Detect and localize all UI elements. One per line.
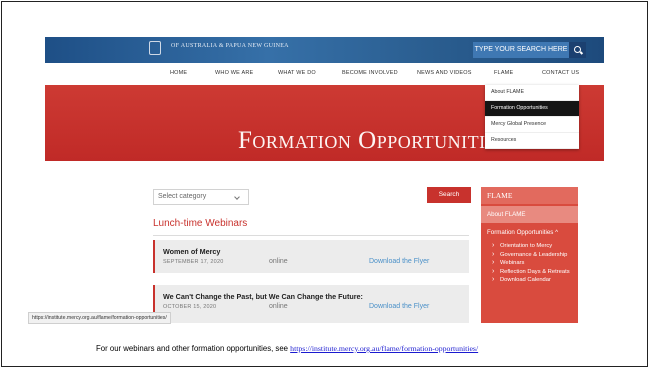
sidebar-item-reflection-days[interactable]: Reflection Days & Retreats xyxy=(491,268,575,277)
mercy-logo-icon[interactable] xyxy=(149,41,161,55)
hero-title: Formation Opportunities xyxy=(238,127,508,154)
caption-link[interactable]: https://institute.mercy.org.au/flame/for… xyxy=(290,344,478,353)
site-top-bar: OF AUSTRALIA & PAPUA NEW GUINEA TYPE YOU… xyxy=(45,37,604,63)
download-flyer-link[interactable]: Download the Flyer xyxy=(369,303,429,310)
nav-news-and-videos[interactable]: NEWS AND VIDEOS xyxy=(417,70,472,76)
slide-caption: For our webinars and other formation opp… xyxy=(96,344,478,353)
browser-status-url: https://institute.mercy.org.au/flame/for… xyxy=(28,312,171,324)
event-card: Women of Mercy SEPTEMBER 17, 2020 online… xyxy=(153,240,469,273)
dropdown-item-resources[interactable]: Resources xyxy=(485,133,579,149)
event-mode: online xyxy=(269,258,288,265)
event-mode: online xyxy=(269,303,288,310)
event-title[interactable]: Women of Mercy xyxy=(163,247,220,256)
event-card: We Can't Change the Past, but We Can Cha… xyxy=(153,285,469,323)
sidebar-item-orientation[interactable]: Orientation to Mercy xyxy=(491,242,575,251)
nav-who-we-are[interactable]: WHO WE ARE xyxy=(215,70,253,76)
divider xyxy=(153,235,469,236)
search-handle xyxy=(579,51,584,55)
sidebar-heading[interactable]: FLAME xyxy=(481,187,578,204)
site-search-input[interactable]: TYPE YOUR SEARCH HERE xyxy=(473,42,569,58)
category-select-value: Select category xyxy=(158,193,207,200)
nav-home[interactable]: HOME xyxy=(170,70,187,76)
event-title[interactable]: We Can't Change the Past, but We Can Cha… xyxy=(163,292,363,301)
section-title: Lunch-time Webinars xyxy=(153,218,248,229)
caption-text: For our webinars and other formation opp… xyxy=(96,344,288,353)
sidebar-item-formation-opportunities[interactable]: Formation Opportunities ^ xyxy=(487,229,558,236)
flame-sidebar: FLAME About FLAME Formation Opportunitie… xyxy=(481,187,578,323)
sidebar-item-about-flame[interactable]: About FLAME xyxy=(481,206,578,223)
dropdown-item-formation-opportunities[interactable]: Formation Opportunities xyxy=(485,101,579,117)
event-date: OCTOBER 15, 2020 xyxy=(163,304,217,310)
org-name: OF AUSTRALIA & PAPUA NEW GUINEA xyxy=(171,43,289,49)
sidebar-sublist: Orientation to Mercy Governance & Leader… xyxy=(491,242,575,285)
search-icon[interactable] xyxy=(569,42,586,58)
nav-become-involved[interactable]: BECOME INVOLVED xyxy=(342,70,398,76)
dropdown-item-mercy-global-presence[interactable]: Mercy Global Presence xyxy=(485,117,579,133)
dropdown-item-about-flame[interactable]: About FLAME xyxy=(485,85,579,101)
search-button[interactable]: Search xyxy=(427,187,471,203)
sidebar-item-webinars[interactable]: Webinars xyxy=(491,259,575,268)
website-screenshot: OF AUSTRALIA & PAPUA NEW GUINEA TYPE YOU… xyxy=(45,37,604,323)
sidebar-item-governance[interactable]: Governance & Leadership xyxy=(491,251,575,260)
download-flyer-link[interactable]: Download the Flyer xyxy=(369,258,429,265)
category-select[interactable]: Select category xyxy=(153,189,249,205)
main-nav: HOME WHO WE ARE WHAT WE DO BECOME INVOLV… xyxy=(45,63,604,85)
chevron-down-icon xyxy=(234,194,240,200)
sidebar-item-download-calendar[interactable]: Download Calendar xyxy=(491,276,575,285)
nav-what-we-do[interactable]: WHAT WE DO xyxy=(278,70,316,76)
event-date: SEPTEMBER 17, 2020 xyxy=(163,259,224,265)
flame-dropdown-menu: About FLAME Formation Opportunities Merc… xyxy=(485,85,579,149)
nav-flame[interactable]: FLAME xyxy=(494,70,513,76)
nav-contact-us[interactable]: CONTACT US xyxy=(542,70,579,76)
